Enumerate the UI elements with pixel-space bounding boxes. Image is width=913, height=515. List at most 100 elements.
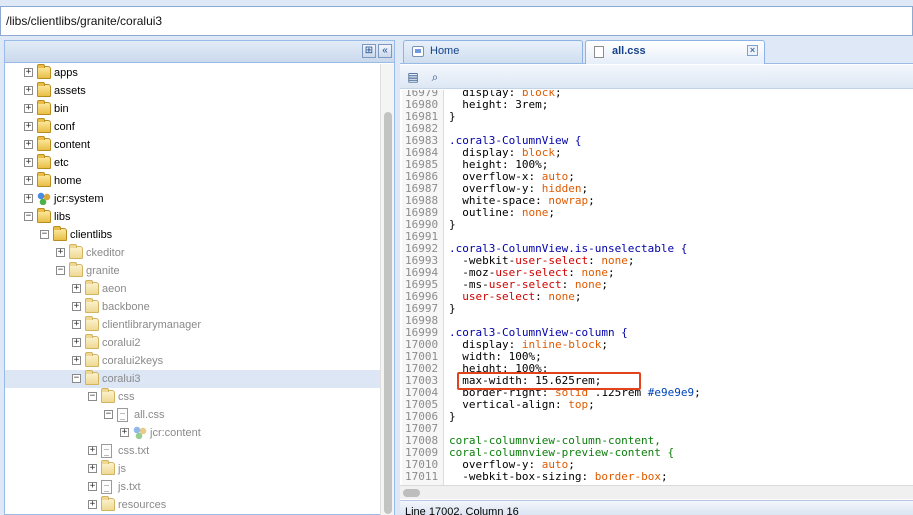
tab-all-css[interactable]: all.css × — [585, 40, 765, 64]
collapse-panel-icon[interactable]: « — [378, 44, 392, 58]
collapse-icon[interactable]: − — [72, 374, 81, 383]
tree-node-label: conf — [54, 121, 75, 133]
code-line: 16980 height: 3rem; — [400, 99, 913, 111]
repository-tree: + apps + assets + bin + conf + content + etc + home + j… — [5, 64, 381, 515]
tree-node-label: jcr:system — [54, 193, 104, 205]
expand-icon[interactable]: + — [88, 482, 97, 491]
tree-node[interactable]: − coralui3 — [5, 370, 381, 388]
tree-scroll-thumb[interactable] — [384, 112, 392, 514]
tree-node-label: libs — [54, 211, 71, 223]
expand-icon[interactable]: + — [24, 176, 33, 185]
tree-node-label: coralui3 — [102, 373, 141, 385]
expand-icon[interactable]: + — [72, 320, 81, 329]
code-line: 16996 user-select: none; — [400, 291, 913, 303]
tree-node[interactable]: + js.txt — [5, 478, 381, 496]
tab-bar: Home all.css × — [400, 38, 913, 64]
expand-icon[interactable]: + — [72, 284, 81, 293]
tree-node[interactable]: − all.css — [5, 406, 381, 424]
folder-icon — [69, 262, 83, 277]
tree-node[interactable]: + resources — [5, 496, 381, 514]
folder-icon — [101, 496, 115, 511]
tree-scrollbar[interactable] — [380, 64, 394, 515]
expand-icon[interactable]: + — [24, 140, 33, 149]
tree-node[interactable]: + coralui2 — [5, 334, 381, 352]
tree-node[interactable]: + css.txt — [5, 442, 381, 460]
tree-node[interactable]: + assets — [5, 82, 381, 100]
tree-node[interactable]: + clientlibrarymanager — [5, 316, 381, 334]
code-text: user-select: none; — [462, 290, 582, 303]
path-input[interactable] — [1, 7, 912, 35]
tree-node[interactable]: + js — [5, 460, 381, 478]
folder-icon — [85, 298, 99, 313]
tree-node[interactable]: + jcr:system — [5, 190, 381, 208]
expand-icon[interactable]: + — [24, 194, 33, 203]
file-icon — [117, 408, 128, 422]
tree-node-label: apps — [54, 67, 78, 79]
collapse-icon[interactable]: − — [88, 392, 97, 401]
refresh-tree-icon[interactable]: ⊞ — [362, 44, 376, 58]
tree-node[interactable]: + bin — [5, 100, 381, 118]
tree-node[interactable]: + home — [5, 172, 381, 190]
find-icon[interactable]: ⌕ — [427, 69, 443, 85]
tree-node-label: etc — [54, 157, 69, 169]
expand-icon[interactable]: + — [120, 428, 129, 437]
tree-node[interactable]: + conf — [5, 118, 381, 136]
tree-node[interactable]: + apps — [5, 64, 381, 82]
format-icon[interactable]: ▤ — [405, 69, 421, 85]
collapse-icon[interactable]: − — [24, 212, 33, 221]
tree-node[interactable]: + ckeditor — [5, 244, 381, 262]
collapse-icon[interactable]: − — [56, 266, 65, 275]
tree-node[interactable]: + aeon — [5, 280, 381, 298]
tree-node-label: coralui2 — [102, 337, 141, 349]
tree-node[interactable]: − clientlibs — [5, 226, 381, 244]
expand-icon[interactable]: + — [56, 248, 65, 257]
tree-node[interactable]: − libs — [5, 208, 381, 226]
file-icon — [101, 480, 112, 494]
code-line: 16997} — [400, 303, 913, 315]
expand-icon[interactable]: + — [24, 158, 33, 167]
folder-icon — [37, 118, 51, 133]
folder-icon — [37, 100, 51, 115]
tree-node-label: assets — [54, 85, 86, 97]
tree-node-label: resources — [118, 499, 167, 511]
editor-horizontal-scrollbar[interactable] — [400, 485, 913, 499]
expand-icon[interactable]: + — [88, 446, 97, 455]
tree-node[interactable]: + etc — [5, 154, 381, 172]
tree-node-label: all.css — [134, 409, 165, 421]
tree-node-label: js — [118, 463, 126, 475]
tree-node[interactable]: + coralui2keys — [5, 352, 381, 370]
expand-icon[interactable]: + — [88, 464, 97, 473]
home-icon — [412, 46, 424, 57]
expand-icon[interactable]: + — [72, 302, 81, 311]
expand-icon[interactable]: + — [88, 500, 97, 509]
editor-scroll-thumb[interactable] — [403, 489, 420, 497]
tree-node-label: ckeditor — [86, 247, 125, 259]
line-number: 17011 — [405, 470, 439, 483]
expand-icon[interactable]: + — [24, 86, 33, 95]
tree-node-label: clientlibrarymanager — [102, 319, 202, 331]
folder-icon — [37, 136, 51, 151]
code-line: 16990} — [400, 219, 913, 231]
tree-node[interactable]: − granite — [5, 262, 381, 280]
node-icon — [133, 426, 147, 439]
tree-node[interactable]: + content — [5, 136, 381, 154]
tree-node[interactable]: + jcr:content — [5, 424, 381, 442]
close-icon[interactable]: × — [747, 45, 758, 56]
expand-icon[interactable]: + — [72, 338, 81, 347]
collapse-icon[interactable]: − — [40, 230, 49, 239]
expand-icon[interactable]: + — [24, 104, 33, 113]
path-bar[interactable] — [0, 6, 913, 36]
expand-icon[interactable]: + — [24, 68, 33, 77]
tree-node[interactable]: + backbone — [5, 298, 381, 316]
code-line: 16981} — [400, 111, 913, 123]
tree-node-label: clientlibs — [70, 229, 113, 241]
collapse-icon[interactable]: − — [104, 410, 113, 419]
folder-icon — [85, 334, 99, 349]
expand-icon[interactable]: + — [72, 356, 81, 365]
code-editor[interactable]: 16979 display: block; 16980 height: 3rem;… — [400, 90, 913, 485]
folder-icon — [101, 388, 115, 403]
expand-icon[interactable]: + — [24, 122, 33, 131]
tree-node[interactable]: − css — [5, 388, 381, 406]
tab-home[interactable]: Home — [403, 40, 583, 63]
code-text: vertical-align: top; — [462, 398, 595, 411]
